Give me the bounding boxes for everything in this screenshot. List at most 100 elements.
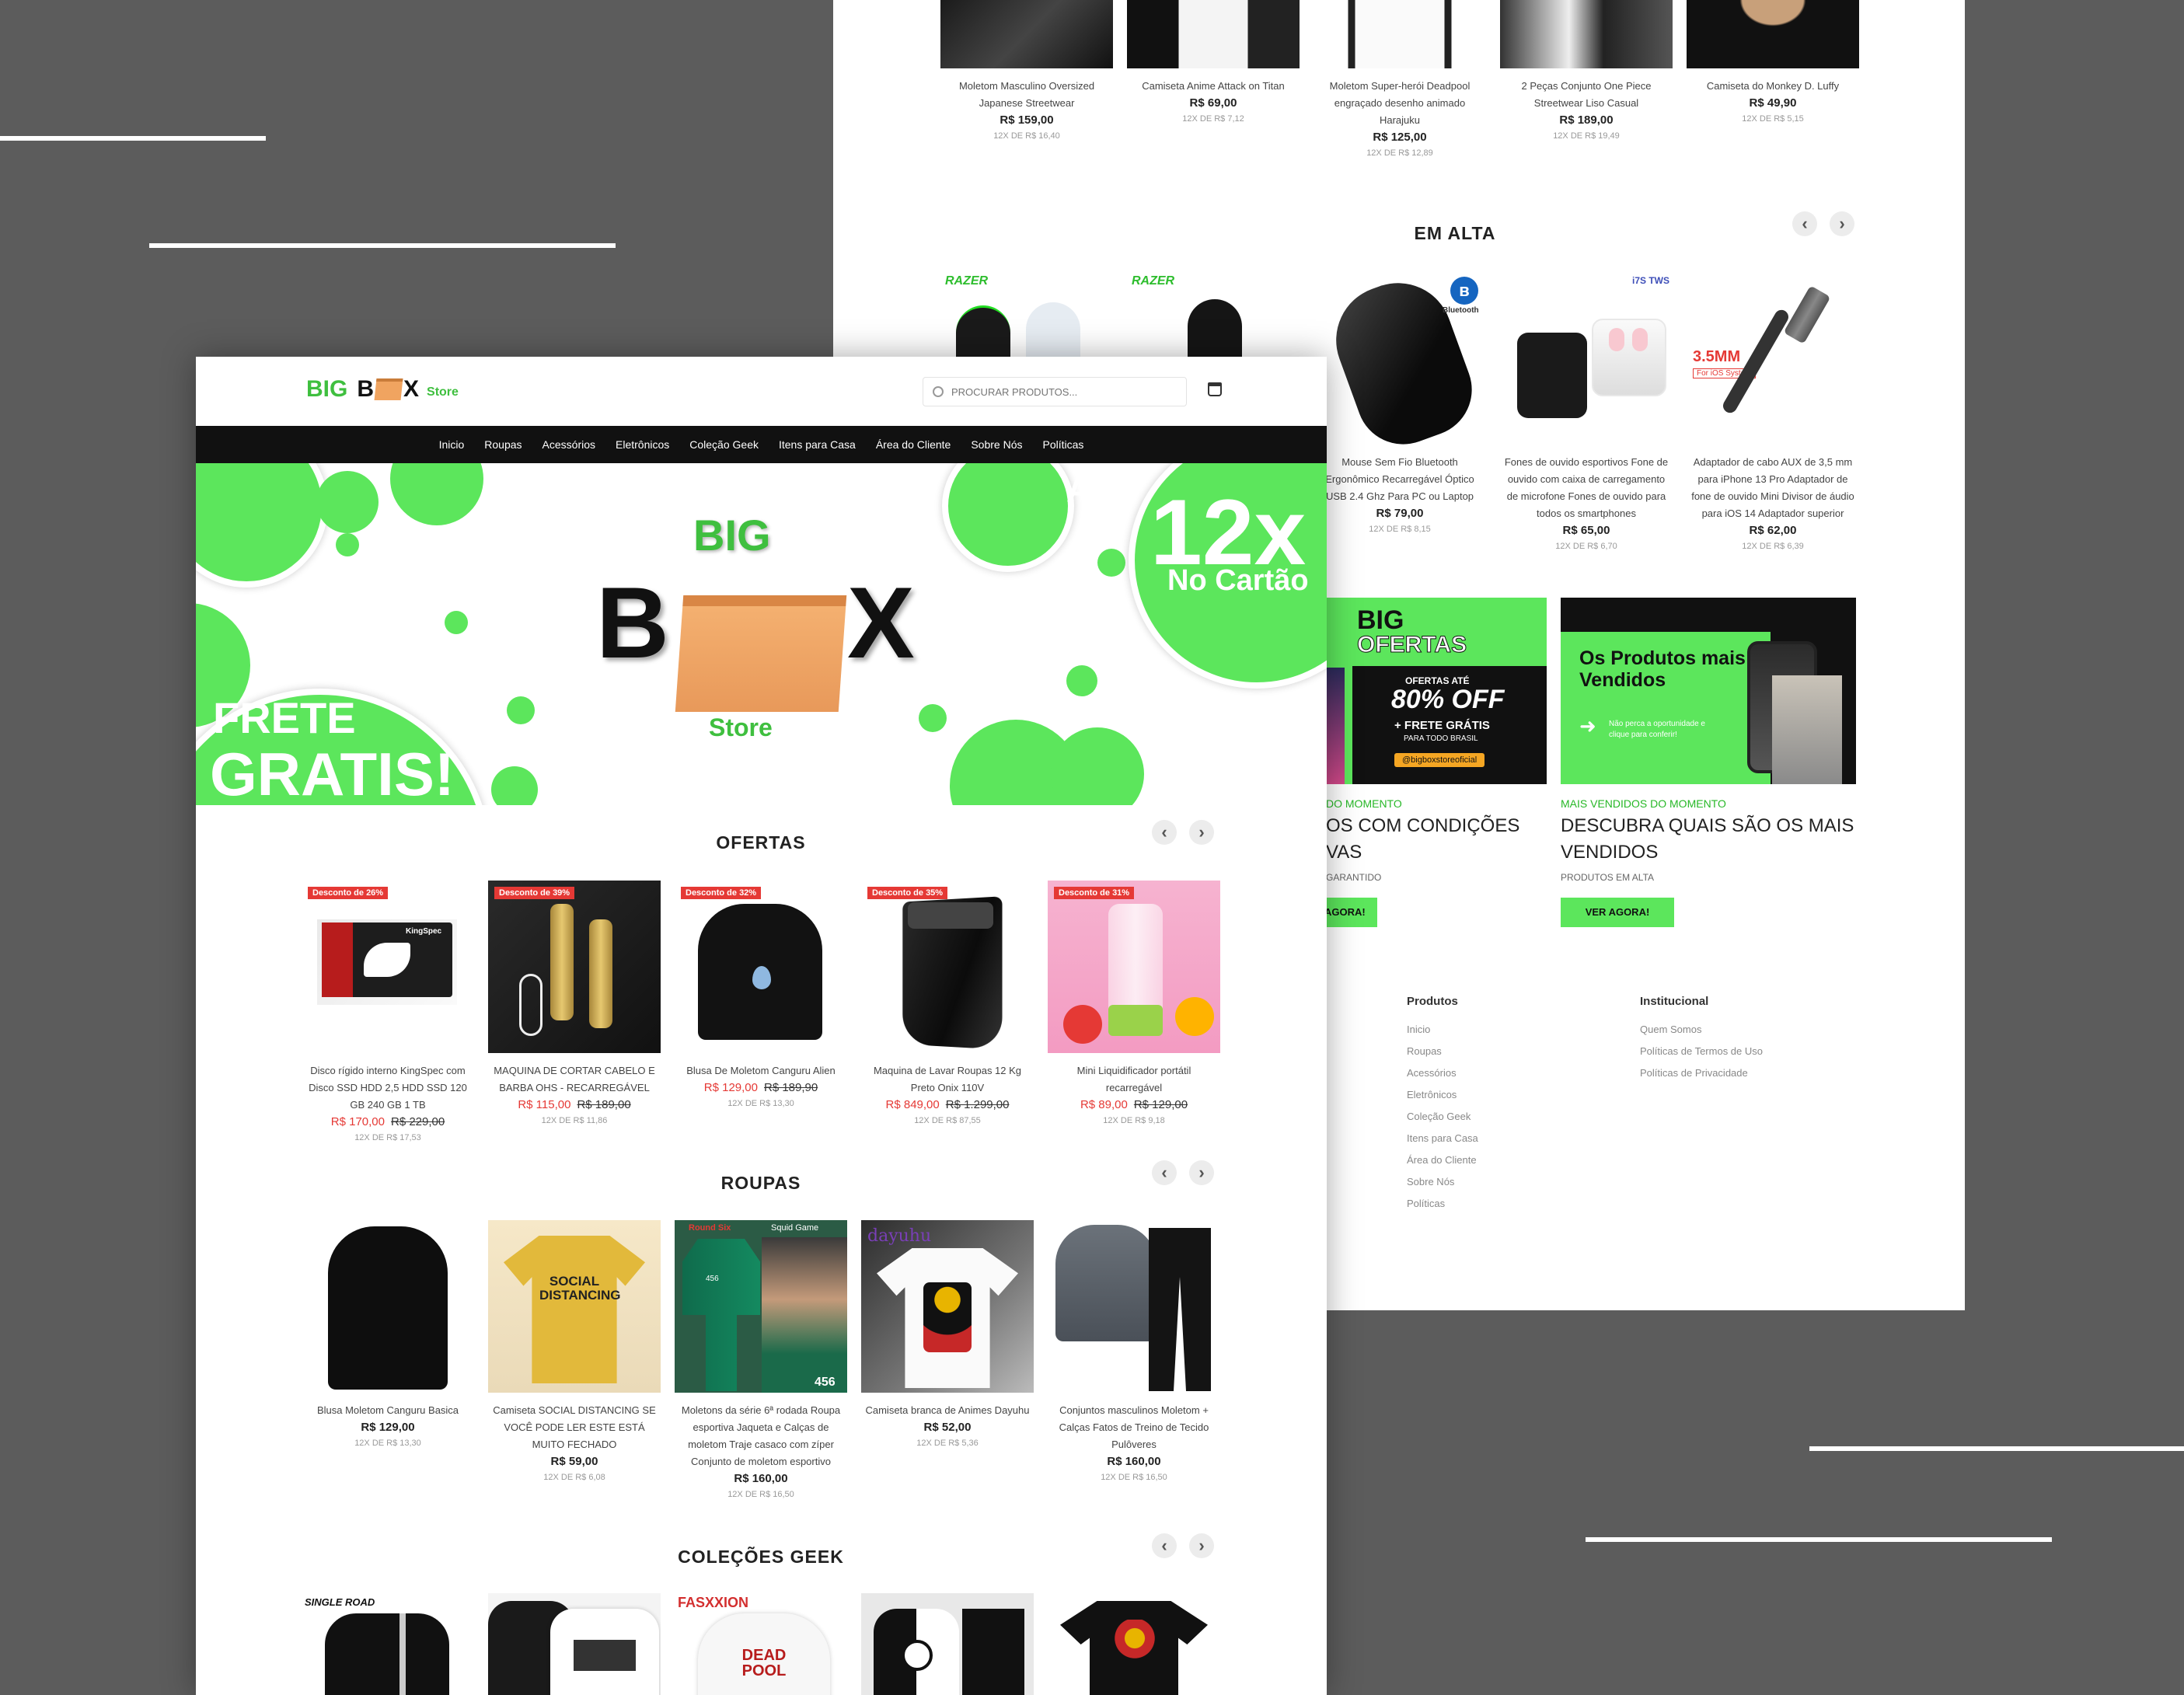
product-image[interactable]: RAZER	[1127, 268, 1300, 377]
product-image[interactable]	[861, 1593, 1034, 1695]
search-box[interactable]	[923, 377, 1187, 406]
product-image[interactable]: Desconto de 31%	[1048, 881, 1220, 1053]
product-name[interactable]: 2 Peças Conjunto One Piece Streetwear Li…	[1500, 78, 1673, 112]
carousel-next-button[interactable]: ›	[1830, 211, 1854, 236]
decor-circle	[919, 704, 947, 732]
product-card[interactable]: dayuhu Camiseta branca de Animes Dayuhu …	[861, 1220, 1034, 1451]
product-image[interactable]	[940, 0, 1113, 68]
footer-link[interactable]: Quem Somos	[1640, 1019, 1763, 1041]
hero-banner[interactable]: BIG B X Store Até 12x No Cartão FRETE GR…	[196, 463, 1327, 805]
nav-item-acessorios[interactable]: Acessórios	[543, 438, 595, 451]
carousel-next-button[interactable]: ›	[1189, 820, 1214, 845]
footer-link[interactable]: Itens para Casa	[1407, 1128, 1478, 1149]
product-name[interactable]: MAQUINA DE CORTAR CABELO E BARBA OHS - R…	[488, 1062, 661, 1097]
carousel-prev-button[interactable]: ‹	[1152, 1533, 1177, 1558]
product-image[interactable]	[1687, 0, 1859, 68]
product-image[interactable]	[1127, 0, 1300, 68]
product-card[interactable]: Blusa Moletom Canguru Basica R$ 129,00 1…	[302, 1220, 474, 1451]
footer-link[interactable]: Inicio	[1407, 1019, 1478, 1041]
product-card[interactable]: Desconto de 39% MAQUINA DE CORTAR CABELO…	[488, 881, 661, 1128]
product-name[interactable]: Blusa De Moletom Canguru Alien	[675, 1062, 847, 1079]
product-image[interactable]	[488, 1593, 661, 1695]
product-card[interactable]: 2 Peças Conjunto One Piece Streetwear Li…	[1500, 0, 1673, 144]
footer-link[interactable]: Acessórios	[1407, 1062, 1478, 1084]
product-card[interactable]: Desconto de 31% Mini Liquidificador port…	[1048, 881, 1220, 1128]
product-name[interactable]: Moletons da série 6ª rodada Roupa esport…	[675, 1402, 847, 1470]
product-name[interactable]: Fones de ouvido esportivos Fone de ouvid…	[1500, 454, 1673, 522]
footer-link[interactable]: Políticas de Termos de Uso	[1640, 1041, 1763, 1062]
product-card[interactable]: Camiseta Anime Attack on Titan R$ 69,00 …	[1127, 0, 1300, 127]
product-card[interactable]: KingSpec Desconto de 26% Disco rígido in…	[302, 881, 474, 1146]
product-name[interactable]: Conjuntos masculinos Moletom + Calças Fa…	[1048, 1402, 1220, 1453]
product-image[interactable]: RAZER	[940, 268, 1113, 375]
product-image[interactable]: ʙ Bluetooth	[1314, 272, 1486, 445]
product-name[interactable]: Camiseta SOCIAL DISTANCING SE VOCÊ PODE …	[488, 1402, 661, 1453]
product-name[interactable]: Moletom Masculino Oversized Japanese Str…	[940, 78, 1113, 112]
footer-link[interactable]: Roupas	[1407, 1041, 1478, 1062]
product-image[interactable]: SINGLE ROAD	[302, 1593, 474, 1695]
product-card[interactable]: SOCIAL DISTANCING Camiseta SOCIAL DISTAN…	[488, 1220, 661, 1485]
product-image[interactable]: 3.5MM For iOS System	[1687, 272, 1859, 445]
product-image[interactable]	[1314, 0, 1486, 68]
footer-link[interactable]: Eletrônicos	[1407, 1084, 1478, 1106]
nav-item-politicas[interactable]: Políticas	[1043, 438, 1084, 451]
product-name[interactable]: Mouse Sem Fio Bluetooth Ergonômico Recar…	[1314, 454, 1486, 505]
nav-item-itens-casa[interactable]: Itens para Casa	[779, 438, 856, 451]
footer-link[interactable]: Área do Cliente	[1407, 1149, 1478, 1171]
product-card[interactable]: Moletom Masculino Oversized Japanese Str…	[940, 0, 1113, 144]
product-card[interactable]: Desconto de 32% Blusa De Moletom Canguru…	[675, 881, 847, 1111]
search-input[interactable]	[951, 385, 1161, 398]
product-image[interactable]: Desconto de 35%	[861, 881, 1034, 1053]
product-image[interactable]: Desconto de 32%	[675, 881, 847, 1053]
product-name[interactable]: Moletom Super-herói Deadpool engraçado d…	[1314, 78, 1486, 129]
footer-link[interactable]: Políticas de Privacidade	[1640, 1062, 1763, 1084]
footer-link[interactable]: Sobre Nós	[1407, 1171, 1478, 1193]
product-image[interactable]: KingSpec Desconto de 26%	[302, 881, 474, 1053]
product-image[interactable]: FASXXION DEAD POOL	[675, 1593, 847, 1695]
product-image[interactable]: dayuhu	[861, 1220, 1034, 1393]
product-image[interactable]	[302, 1220, 474, 1393]
nav-item-colecao-geek[interactable]: Coleção Geek	[689, 438, 759, 451]
product-image[interactable]	[1500, 0, 1673, 68]
footer-link[interactable]: Políticas	[1407, 1193, 1478, 1215]
product-card[interactable]: Desconto de 35% Maquina de Lavar Roupas …	[861, 881, 1034, 1128]
promo-sub: PRODUTOS EM ALTA	[1561, 872, 1655, 883]
carousel-next-button[interactable]: ›	[1189, 1160, 1214, 1185]
carousel-prev-button[interactable]: ‹	[1152, 1160, 1177, 1185]
cart-icon[interactable]	[1208, 382, 1222, 396]
promo-cta-button[interactable]: VER AGORA!	[1561, 898, 1674, 927]
product-image[interactable]	[1048, 1220, 1220, 1393]
product-card[interactable]: ʙ Bluetooth Mouse Sem Fio Bluetooth Ergo…	[1314, 272, 1486, 537]
nav-item-area-cliente[interactable]: Área do Cliente	[876, 438, 951, 451]
product-image[interactable]: Round Six Squid Game 456 456	[675, 1220, 847, 1393]
product-image[interactable]: i7S TWS	[1500, 272, 1673, 445]
carousel-prev-button[interactable]: ‹	[1792, 211, 1817, 236]
promo-banner-best-sellers[interactable]: Os Produtos mais Vendidos ➜ Não perca a …	[1561, 598, 1856, 784]
product-name[interactable]: Disco rígido interno KingSpec com Disco …	[302, 1062, 474, 1114]
nav-item-eletronicos[interactable]: Eletrônicos	[616, 438, 669, 451]
product-name[interactable]: Camiseta branca de Animes Dayuhu	[861, 1402, 1034, 1419]
footer-link[interactable]: Coleção Geek	[1407, 1106, 1478, 1128]
product-name[interactable]: Camiseta do Monkey D. Luffy	[1687, 78, 1859, 95]
product-card[interactable]: 3.5MM For iOS System Adaptador de cabo A…	[1687, 272, 1859, 554]
nav-item-roupas[interactable]: Roupas	[484, 438, 522, 451]
carousel-prev-button[interactable]: ‹	[1152, 820, 1177, 845]
product-card[interactable]: i7S TWS Fones de ouvido esportivos Fone …	[1500, 272, 1673, 554]
nav-item-inicio[interactable]: Inicio	[439, 438, 465, 451]
product-name[interactable]: Maquina de Lavar Roupas 12 Kg Preto Onix…	[861, 1062, 1034, 1097]
product-name[interactable]: Mini Liquidificador portátil recarregáve…	[1048, 1062, 1220, 1097]
product-image[interactable]: SOCIAL DISTANCING	[488, 1220, 661, 1393]
product-card[interactable]: Moletom Super-herói Deadpool engraçado d…	[1314, 0, 1486, 161]
product-card[interactable]: Conjuntos masculinos Moletom + Calças Fa…	[1048, 1220, 1220, 1485]
product-card[interactable]: Camiseta do Monkey D. Luffy R$ 49,90 12X…	[1687, 0, 1859, 127]
site-logo[interactable]: BIG B X Store	[306, 374, 459, 405]
product-name[interactable]: Blusa Moletom Canguru Basica	[302, 1402, 474, 1419]
product-image[interactable]	[1048, 1593, 1220, 1695]
product-name[interactable]: Camiseta Anime Attack on Titan	[1127, 78, 1300, 95]
carousel-next-button[interactable]: ›	[1189, 1533, 1214, 1558]
product-card[interactable]: Round Six Squid Game 456 456 Moletons da…	[675, 1220, 847, 1502]
nav-item-sobre-nos[interactable]: Sobre Nós	[971, 438, 1022, 451]
product-name[interactable]: Adaptador de cabo AUX de 3,5 mm para iPh…	[1687, 454, 1859, 522]
promo-banner-offers[interactable]: BIG OFERTAS OFERTAS ATÉ 80% OFF + FRETE …	[1314, 598, 1547, 784]
product-image[interactable]: Desconto de 39%	[488, 881, 661, 1053]
